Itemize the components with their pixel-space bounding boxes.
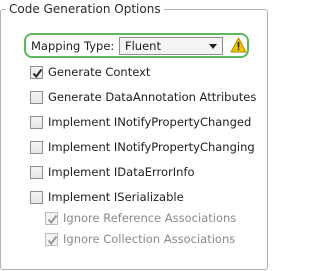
checkbox-label: Generate DataAnnotation Attributes [48,90,257,104]
warning-icon [230,36,247,53]
checkbox-box[interactable] [30,166,43,179]
checkbox-box[interactable] [30,141,43,154]
checkmark-icon [47,235,58,246]
checkbox-box[interactable] [45,233,58,246]
mapping-type-dropdown[interactable]: Fluent [119,37,223,55]
checkbox-label: Implement INotifyPropertyChanging [48,140,255,154]
group-title: Code Generation Options [6,1,164,17]
mapping-type-row: Mapping Type: Fluent [24,33,249,58]
checkmark-icon [32,68,43,79]
checkmark-icon [47,214,58,225]
checkbox-label: Implement ISerializable [48,190,184,204]
chevron-down-icon [209,44,217,49]
checkbox-label: Implement INotifyPropertyChanged [48,115,252,129]
checkbox-label: Generate Context [48,65,151,79]
checkbox-box[interactable] [30,66,43,79]
checkbox-box[interactable] [30,116,43,129]
checkbox-label: Ignore Reference Associations [63,211,237,225]
checkbox-box[interactable] [30,91,43,104]
checkbox-box[interactable] [30,191,43,204]
mapping-type-label: Mapping Type: [31,39,115,53]
checkbox-box[interactable] [45,212,58,225]
mapping-type-value: Fluent [125,39,161,53]
checkbox-label: Implement IDataErrorInfo [48,165,195,179]
checkbox-label: Ignore Collection Associations [63,232,236,246]
